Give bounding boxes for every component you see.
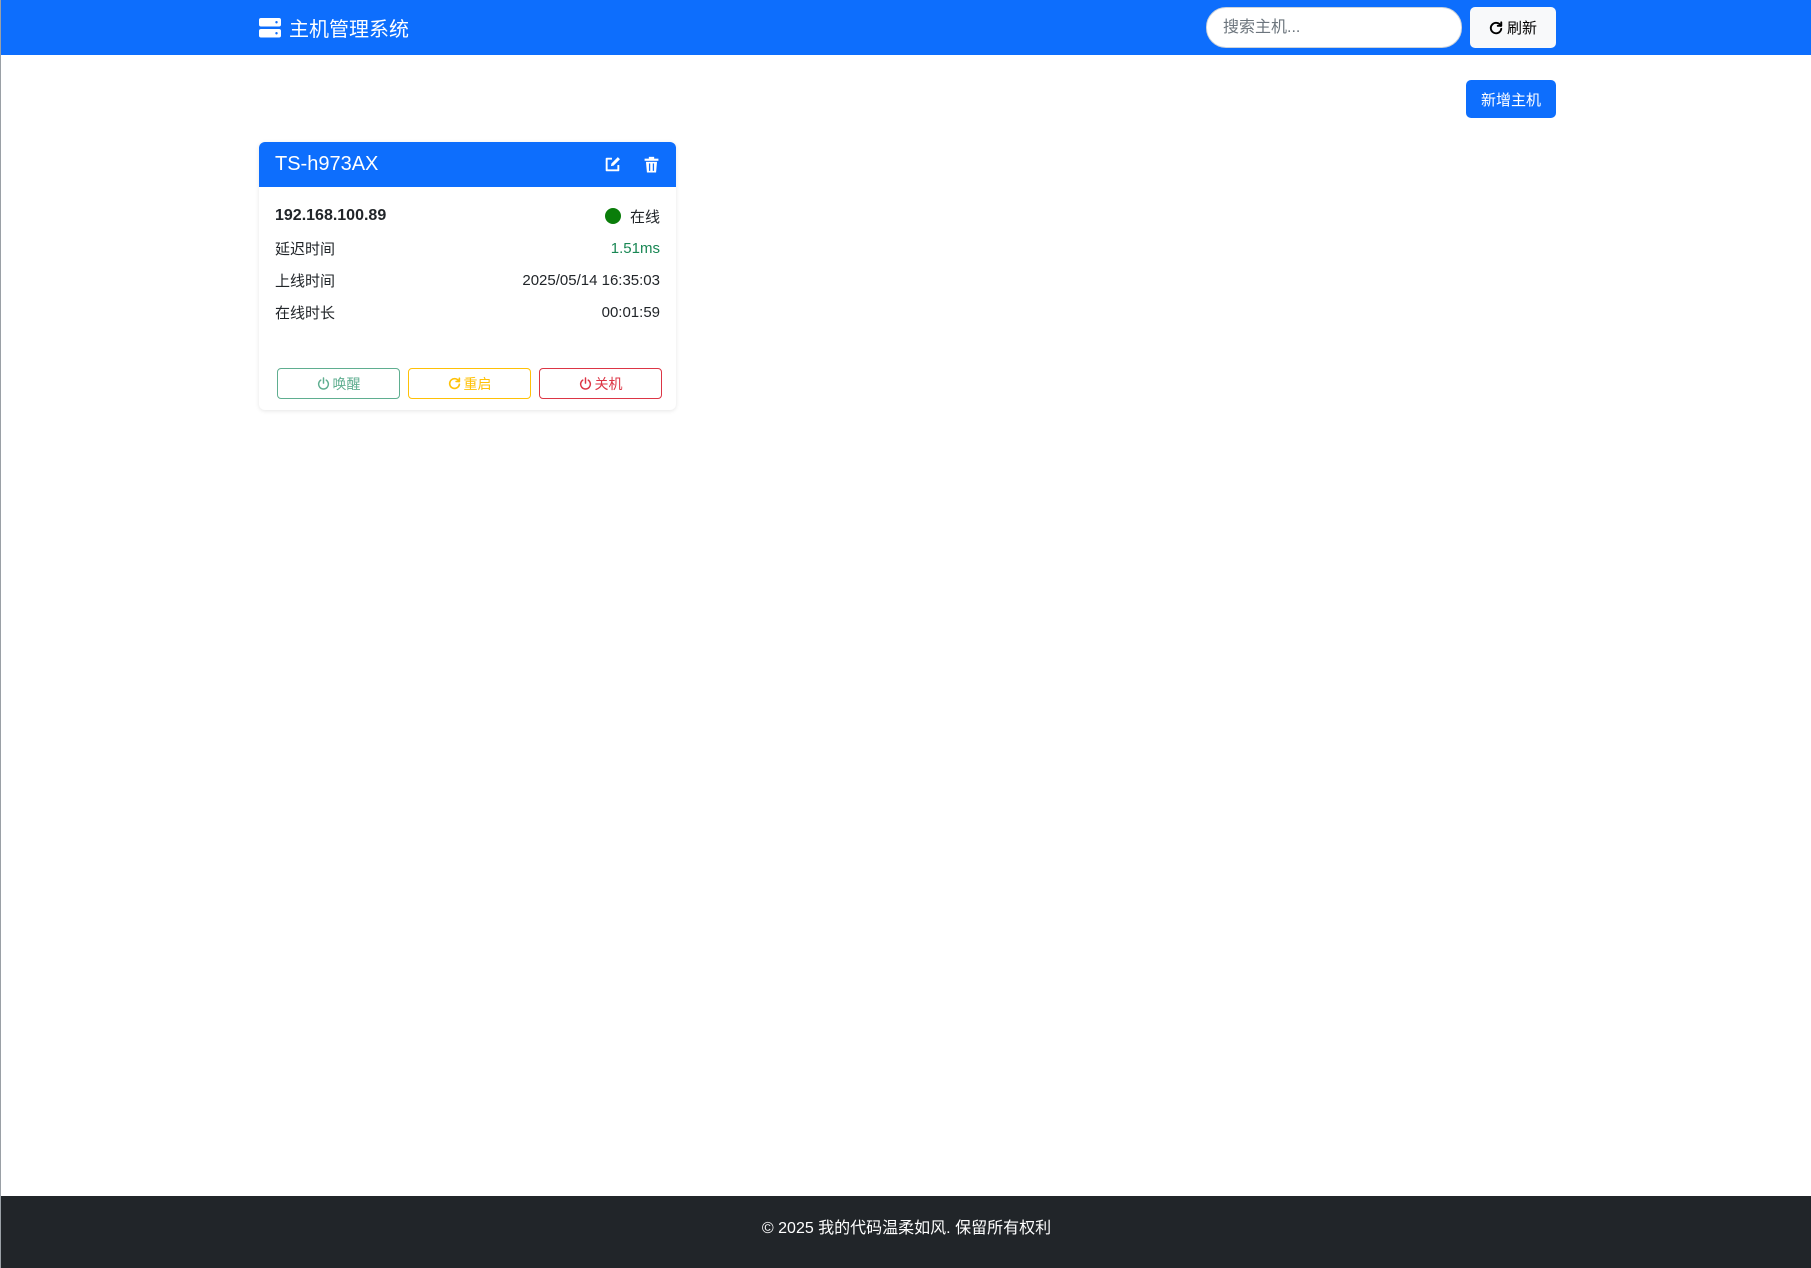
add-host-button[interactable]: 新增主机: [1466, 80, 1556, 118]
brand[interactable]: 主机管理系统: [259, 0, 409, 55]
host-ip-row: 192.168.100.89 在线: [275, 200, 660, 232]
restart-label: 重启: [463, 375, 492, 392]
host-card-body: 192.168.100.89 在线 延迟时间 1.51ms 上线时间 2025/…: [259, 187, 676, 328]
refresh-button[interactable]: 刷新: [1470, 7, 1556, 48]
online-since-row: 上线时间 2025/05/14 16:35:03: [275, 264, 660, 296]
uptime-value: 00:01:59: [601, 303, 660, 321]
server-icon: [259, 17, 281, 37]
wake-label: 唤醒: [332, 375, 361, 392]
online-since-label: 上线时间: [275, 272, 336, 290]
uptime-label: 在线时长: [275, 304, 336, 322]
uptime-row: 在线时长 00:01:59: [275, 296, 660, 328]
online-since-value: 2025/05/14 16:35:03: [522, 271, 660, 289]
host-card-tools: [582, 156, 660, 173]
power-icon: [579, 377, 591, 390]
latency-label: 延迟时间: [275, 240, 336, 258]
power-icon: [317, 377, 329, 390]
refresh-icon: [1489, 20, 1503, 34]
shutdown-button[interactable]: 关机: [539, 368, 662, 399]
refresh-label: 刷新: [1506, 20, 1537, 37]
restart-icon: [448, 377, 460, 390]
latency-value: 1.51ms: [610, 239, 660, 257]
host-name: TS-h973AX: [275, 153, 379, 175]
copyright-text: © 2025 我的代码温柔如风. 保留所有权利: [761, 1220, 1052, 1237]
host-ip: 192.168.100.89: [275, 207, 387, 224]
host-card: TS-h973AX 192.168.100.89 在线 延迟时间 1.51ms …: [259, 142, 676, 410]
status-badge: 在线: [604, 206, 660, 227]
latency-row: 延迟时间 1.51ms: [275, 232, 660, 264]
edit-icon[interactable]: [604, 156, 621, 173]
top-navbar: 主机管理系统 刷新: [1, 0, 1811, 55]
host-actions: 唤醒 重启 关机: [277, 368, 670, 399]
online-status-dot: [604, 208, 621, 224]
app-title: 主机管理系统: [289, 19, 409, 41]
host-card-header: TS-h973AX: [259, 142, 676, 187]
footer: © 2025 我的代码温柔如风. 保留所有权利: [1, 1196, 1811, 1268]
status-text: 在线: [629, 208, 660, 226]
trash-icon[interactable]: [643, 156, 660, 173]
wake-button[interactable]: 唤醒: [277, 368, 400, 399]
search-input[interactable]: [1206, 7, 1462, 48]
restart-button[interactable]: 重启: [408, 368, 531, 399]
shutdown-label: 关机: [594, 375, 623, 392]
